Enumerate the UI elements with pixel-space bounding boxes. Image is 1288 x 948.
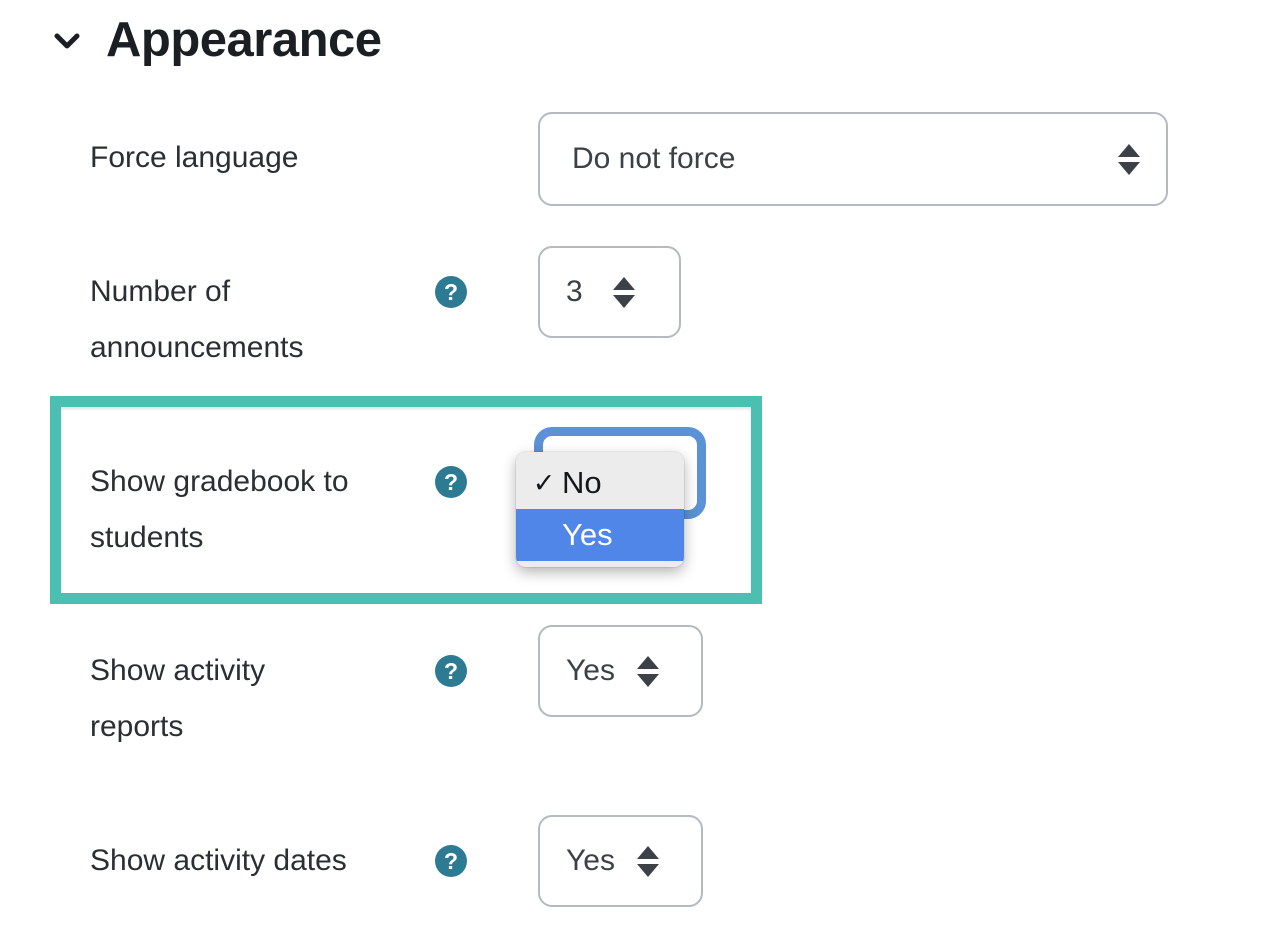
select-arrows-icon: [636, 845, 659, 877]
number-of-announcements-value: 3: [566, 275, 583, 308]
label-show-activity-reports: Show activity reports: [90, 654, 266, 743]
force-language-value: Do not force: [572, 142, 736, 175]
label-number-of-announcements: Number of announcements: [90, 275, 304, 364]
dropdown-option-no[interactable]: ✓ No: [516, 457, 684, 509]
help-icon-show-activity-reports[interactable]: ?: [435, 655, 467, 687]
stepper-arrows-icon[interactable]: [612, 276, 635, 308]
label-show-activity-dates: Show activity dates: [90, 844, 347, 877]
show-activity-reports-select[interactable]: Yes: [538, 625, 703, 717]
row-show-activity-dates: Show activity dates ?: [90, 833, 467, 889]
label-force-language: Force language: [90, 141, 299, 174]
select-arrows-icon: [1118, 143, 1140, 175]
show-activity-reports-value: Yes: [566, 654, 615, 687]
row-show-activity-reports: Show activity reports ?: [90, 643, 467, 755]
page-title: Appearance: [106, 13, 382, 67]
show-gradebook-dropdown-menu[interactable]: ✓ No Yes: [516, 452, 684, 567]
check-icon: ✓: [532, 467, 556, 498]
dropdown-option-yes-label: Yes: [562, 517, 613, 552]
chevron-down-icon[interactable]: [50, 24, 84, 58]
row-force-language: Force language: [90, 130, 538, 186]
dropdown-option-yes[interactable]: Yes: [516, 509, 684, 561]
row-number-of-announcements: Number of announcements ?: [90, 264, 467, 376]
help-icon-number-of-announcements[interactable]: ?: [435, 276, 467, 308]
section-header-appearance[interactable]: Appearance: [50, 16, 382, 65]
show-activity-dates-select[interactable]: Yes: [538, 815, 703, 907]
number-of-announcements-stepper[interactable]: 3: [538, 246, 681, 338]
help-icon-show-gradebook-to-students[interactable]: ?: [435, 466, 467, 498]
dropdown-option-no-label: No: [562, 465, 602, 500]
help-icon-show-activity-dates[interactable]: ?: [435, 845, 467, 877]
label-show-gradebook-to-students: Show gradebook to students: [90, 465, 349, 554]
select-arrows-icon: [636, 655, 659, 687]
show-activity-dates-value: Yes: [566, 844, 615, 877]
force-language-select[interactable]: Do not force: [538, 112, 1168, 206]
row-show-gradebook-to-students: Show gradebook to students ?: [90, 454, 467, 566]
